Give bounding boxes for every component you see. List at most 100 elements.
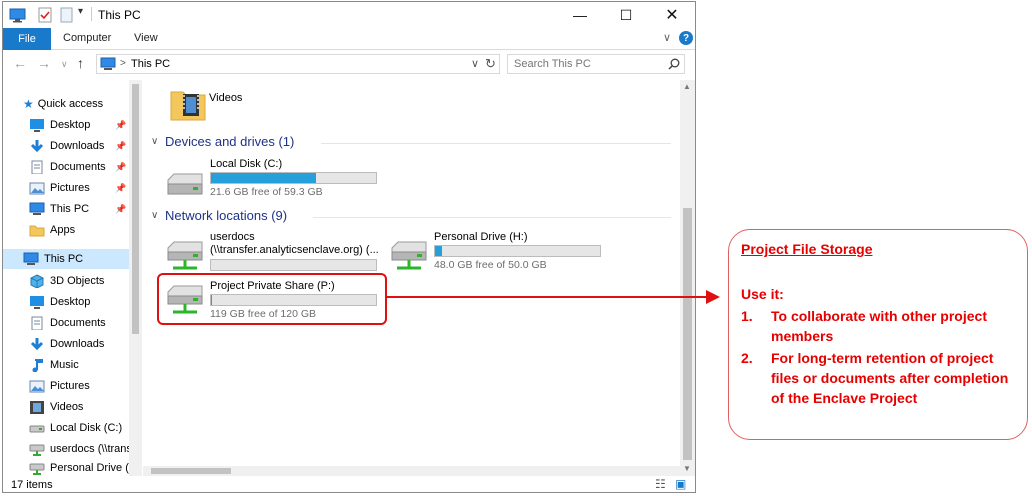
- personal-drive-usage-bar: [434, 245, 601, 257]
- nav-this-pc-pinned[interactable]: This PC 📌: [3, 199, 129, 219]
- nav-music[interactable]: Music: [3, 355, 129, 375]
- computer-icon[interactable]: [9, 6, 27, 24]
- scroll-up-icon[interactable]: ▲: [683, 82, 691, 91]
- usage-fill: [211, 173, 316, 183]
- pin-icon[interactable]: 📌: [115, 204, 126, 215]
- details-view-icon[interactable]: ☷: [655, 477, 666, 491]
- cube-icon: [30, 274, 44, 288]
- monitor-icon: [29, 202, 45, 215]
- network-drive-icon[interactable]: [389, 240, 429, 274]
- nav-videos[interactable]: Videos: [3, 397, 129, 417]
- recent-locations-icon[interactable]: ∨: [61, 59, 68, 70]
- userdocs-name-line1[interactable]: userdocs: [210, 231, 255, 243]
- nav-quick-access[interactable]: ★ Quick access: [3, 94, 129, 114]
- desktop-icon: [30, 119, 44, 132]
- back-icon[interactable]: ←: [13, 55, 27, 71]
- nav-scrollbar[interactable]: [129, 80, 142, 476]
- film-icon: [30, 401, 44, 414]
- nav-desktop-pinned[interactable]: Desktop 📌: [3, 115, 129, 135]
- userdocs-usage-bar: [210, 259, 377, 271]
- nav-userdocs[interactable]: userdocs (\\trans: [3, 439, 129, 459]
- nav-local-disk[interactable]: Local Disk (C:): [3, 418, 129, 438]
- collapse-network-icon[interactable]: ∨: [151, 210, 158, 221]
- horizontal-scrollbar[interactable]: [143, 466, 680, 476]
- music-note-icon: [32, 359, 43, 372]
- star-icon: ★: [23, 97, 34, 111]
- nav-downloads[interactable]: Downloads: [3, 334, 129, 354]
- folder-icon: [29, 225, 45, 237]
- nav-documents-pinned[interactable]: Documents 📌: [3, 157, 129, 177]
- nav-documents[interactable]: Documents: [3, 313, 129, 333]
- horizontal-scrollbar-thumb[interactable]: [151, 468, 231, 474]
- breadcrumb-this-pc[interactable]: This PC: [131, 58, 170, 70]
- pin-icon[interactable]: 📌: [115, 141, 126, 152]
- minimize-button[interactable]: —: [557, 2, 603, 28]
- new-folder-icon[interactable]: [59, 6, 75, 24]
- videos-label[interactable]: Videos: [209, 92, 242, 104]
- personal-drive-free-space: 48.0 GB free of 50.0 GB: [434, 259, 547, 271]
- expand-ribbon-icon[interactable]: ∨: [663, 31, 671, 44]
- network-drive-icon: [29, 463, 45, 475]
- maximize-button[interactable]: ☐: [603, 2, 649, 28]
- customize-quick-access-icon[interactable]: ▾: [78, 6, 83, 24]
- scroll-down-icon[interactable]: ▼: [683, 464, 691, 473]
- pin-icon[interactable]: 📌: [115, 120, 126, 131]
- search-box[interactable]: [507, 54, 685, 74]
- pin-icon[interactable]: 📌: [115, 162, 126, 173]
- nav-pictures[interactable]: Pictures: [3, 376, 129, 396]
- navigation-pane: ★ Quick access Desktop 📌 Downloads 📌 Doc…: [3, 80, 143, 476]
- local-disk-name[interactable]: Local Disk (C:): [210, 158, 282, 170]
- title-separator: [91, 7, 92, 21]
- search-input[interactable]: [514, 57, 664, 71]
- address-dropdown-icon[interactable]: ∨: [471, 57, 479, 70]
- nav-apps[interactable]: Apps: [3, 220, 129, 240]
- download-arrow-icon: [30, 338, 44, 351]
- nav-desktop[interactable]: Desktop: [3, 292, 129, 312]
- status-bar: 17 items ☷ ▣: [3, 476, 695, 492]
- content-scrollbar-thumb[interactable]: [683, 208, 692, 460]
- callout-use-it: Use it:: [741, 286, 784, 302]
- network-drive-icon[interactable]: [165, 240, 205, 274]
- breadcrumb-separator: >: [120, 58, 126, 69]
- pin-icon[interactable]: 📌: [115, 183, 126, 194]
- local-disk-icon[interactable]: [165, 172, 205, 198]
- tab-view[interactable]: View: [134, 32, 158, 44]
- nav-pictures-pinned[interactable]: Pictures 📌: [3, 178, 129, 198]
- personal-drive-name[interactable]: Personal Drive (H:): [434, 231, 528, 243]
- search-icon: [668, 58, 680, 70]
- up-icon[interactable]: ↑: [77, 55, 84, 71]
- ribbon-tabs: File Computer View ∨ ?: [3, 28, 695, 50]
- group-divider: [313, 217, 671, 218]
- window-title: This PC: [98, 8, 141, 22]
- collapse-devices-icon[interactable]: ∨: [151, 136, 158, 147]
- large-icons-view-icon[interactable]: ▣: [675, 477, 686, 491]
- network-drive-icon: [29, 444, 45, 456]
- help-icon[interactable]: ?: [679, 31, 693, 45]
- nav-scrollbar-thumb[interactable]: [132, 84, 139, 334]
- nav-3d-objects[interactable]: 3D Objects: [3, 271, 129, 291]
- address-bar[interactable]: > This PC ∨ ↻: [96, 54, 500, 74]
- group-divider: [321, 143, 671, 144]
- download-arrow-icon: [30, 140, 44, 153]
- nav-this-pc[interactable]: This PC: [3, 249, 129, 269]
- userdocs-name-line2[interactable]: (\\transfer.analyticsenclave.org) (...: [210, 244, 379, 256]
- content-scrollbar[interactable]: ▲ ▼: [680, 80, 695, 476]
- devices-group-header[interactable]: Devices and drives (1): [165, 134, 294, 149]
- document-icon: [31, 316, 43, 330]
- nav-personal-drive[interactable]: Personal Drive (H: [3, 460, 129, 476]
- network-group-header[interactable]: Network locations (9): [165, 208, 287, 223]
- tab-file[interactable]: File: [3, 28, 51, 50]
- pictures-icon: [29, 182, 45, 195]
- annotation-callout: Project File Storage Use it: 1. To colla…: [728, 229, 1028, 440]
- close-button[interactable]: ✕: [649, 2, 695, 28]
- properties-icon[interactable]: [37, 6, 53, 24]
- monitor-icon: [23, 252, 39, 265]
- forward-icon[interactable]: →: [37, 55, 51, 71]
- pictures-icon: [29, 380, 45, 393]
- tab-computer[interactable]: Computer: [63, 32, 111, 44]
- title-bar: ▾ This PC — ☐ ✕: [3, 2, 695, 28]
- file-explorer-window: ▾ This PC — ☐ ✕ File Computer View ∨ ? ←…: [2, 1, 696, 493]
- nav-downloads-pinned[interactable]: Downloads 📌: [3, 136, 129, 156]
- videos-folder-icon[interactable]: [169, 86, 207, 122]
- refresh-icon[interactable]: ↻: [485, 56, 496, 72]
